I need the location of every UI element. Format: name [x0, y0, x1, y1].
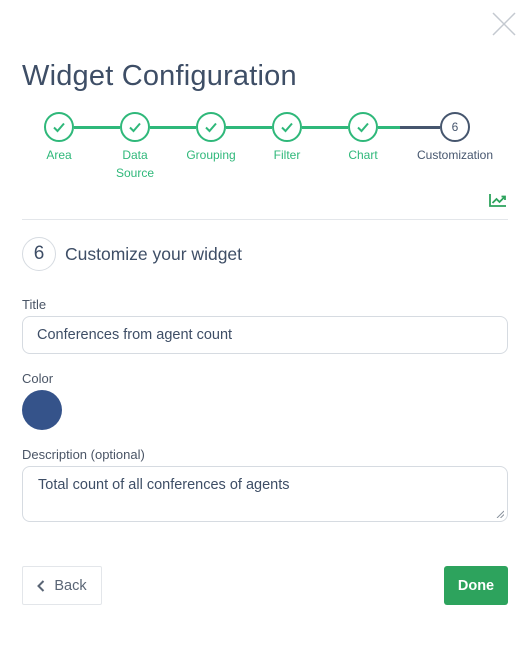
check-icon [129, 122, 141, 133]
wizard-stepper: Area Data Source Grouping Filter Chart 6… [0, 110, 522, 190]
step-area[interactable] [44, 112, 74, 142]
color-label: Color [22, 371, 54, 386]
step-connector [302, 126, 348, 129]
step-connector [378, 126, 400, 129]
step-connector [150, 126, 196, 129]
chevron-left-icon [37, 579, 45, 592]
dialog-title: Widget Configuration [22, 60, 297, 92]
close-icon[interactable] [488, 8, 520, 40]
step-chart[interactable] [348, 112, 378, 142]
divider [22, 219, 508, 220]
step-connector [400, 126, 440, 129]
description-value: Total count of all conferences of agents [38, 477, 290, 493]
back-button[interactable]: Back [22, 566, 102, 605]
title-input-value: Conferences from agent count [37, 327, 233, 343]
check-icon [357, 122, 369, 133]
check-icon [281, 122, 293, 133]
step-filter[interactable] [272, 112, 302, 142]
trend-chart-icon[interactable] [489, 193, 507, 207]
step-label-chart[interactable]: Chart [318, 146, 408, 164]
description-textarea[interactable]: Total count of all conferences of agents [22, 466, 508, 522]
step-connector [74, 126, 120, 129]
step-customization[interactable]: 6 [440, 112, 470, 142]
back-button-label: Back [54, 577, 87, 594]
widget-configuration-dialog: Widget Configuration Area Data Source Gr… [0, 0, 522, 661]
section-number-badge: 6 [22, 237, 56, 271]
done-button[interactable]: Done [444, 566, 508, 605]
step-connector [226, 126, 272, 129]
title-label: Title [22, 297, 47, 312]
title-input[interactable]: Conferences from agent count [22, 316, 508, 354]
step-data-source[interactable] [120, 112, 150, 142]
check-icon [53, 122, 65, 133]
trend-chart-button[interactable] [489, 193, 507, 207]
close-button[interactable] [488, 8, 520, 40]
step-label-customization[interactable]: Customization [410, 146, 500, 164]
resize-grip-icon[interactable] [496, 510, 504, 518]
check-icon [205, 122, 217, 133]
description-label: Description (optional) [22, 447, 145, 462]
color-picker-swatch[interactable] [22, 390, 62, 430]
step-number: 6 [451, 120, 459, 134]
section-title: Customize your widget [65, 244, 243, 264]
step-grouping[interactable] [196, 112, 226, 142]
